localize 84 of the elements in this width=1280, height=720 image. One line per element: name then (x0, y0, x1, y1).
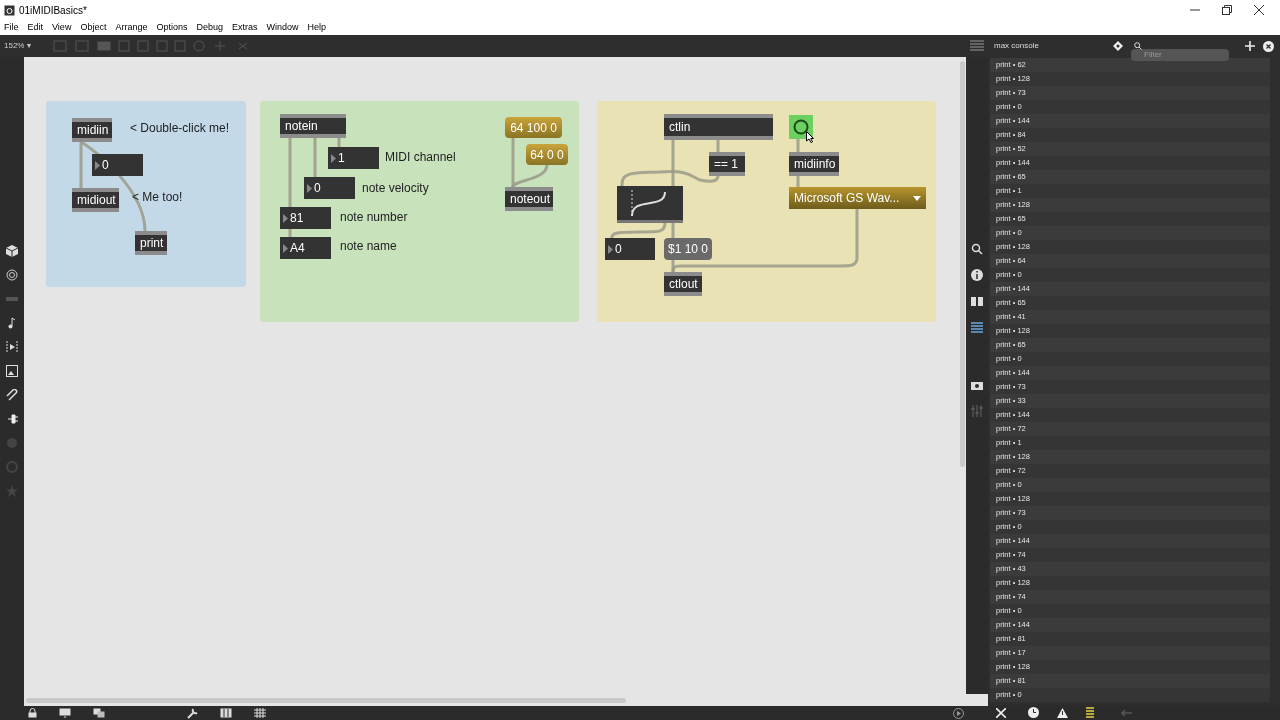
triangle-icon (307, 183, 312, 193)
close-icon[interactable] (1254, 5, 1264, 15)
clear-icon[interactable] (996, 707, 1006, 718)
menu-item[interactable]: Arrange (115, 20, 148, 35)
menu-item[interactable]: Options (156, 20, 188, 35)
object-box[interactable]: noteout (505, 187, 553, 211)
comment-text: note name (340, 238, 398, 255)
image-icon[interactable] (6, 365, 18, 377)
target-icon[interactable] (6, 269, 18, 281)
message-box[interactable]: $1 10 0 (664, 238, 712, 260)
object-box[interactable]: ctlout (664, 272, 702, 296)
play-icon[interactable] (953, 707, 964, 719)
keyboard-icon[interactable] (220, 708, 232, 718)
zoom-menu[interactable]: 152% ▾ (4, 40, 31, 52)
book-icon[interactable] (971, 295, 983, 307)
warning-icon[interactable] (1057, 707, 1068, 718)
film-icon[interactable] (6, 341, 18, 353)
plug-icon[interactable] (6, 413, 18, 425)
comment-text: MIDI channel (385, 149, 457, 166)
number-box[interactable]: 1 (328, 147, 379, 169)
search-icon[interactable] (971, 243, 983, 255)
info-icon[interactable] (971, 269, 983, 281)
number-box[interactable]: 0 (605, 238, 655, 260)
comment-text: < Me too! (132, 189, 184, 206)
app-icon (4, 4, 15, 16)
device-menu[interactable]: Microsoft GS Wav... (789, 187, 926, 209)
triangle-icon (283, 243, 288, 253)
diamond-icon[interactable] (1113, 41, 1123, 51)
object-box[interactable]: midiinfo (789, 152, 839, 176)
triangle-icon (608, 244, 613, 254)
number-box[interactable]: A4 (280, 237, 331, 259)
number-box[interactable]: 0 (304, 177, 355, 199)
object-box[interactable]: print (135, 231, 167, 255)
list-icon[interactable] (971, 321, 983, 333)
filter-field[interactable]: Filter (1131, 49, 1229, 61)
scrollbar[interactable] (26, 697, 626, 703)
comment-text: note number (340, 209, 409, 226)
grid-icon[interactable] (254, 708, 266, 718)
list-icon[interactable] (1086, 707, 1094, 718)
patch-cord[interactable] (610, 222, 667, 239)
bang-button[interactable] (789, 115, 813, 139)
circle-icon (793, 119, 809, 135)
note-icon[interactable] (6, 317, 18, 329)
restore-icon[interactable] (1222, 5, 1232, 15)
object-box[interactable]: notein (280, 114, 346, 138)
sliders-icon[interactable] (971, 405, 983, 417)
clock-icon[interactable] (1028, 707, 1039, 718)
triangle-icon (331, 153, 336, 163)
window-title: 01iMIDIBasics* (19, 3, 87, 18)
caret-icon (913, 195, 921, 201)
menu-item[interactable]: Object (80, 20, 107, 35)
cube-icon[interactable] (6, 245, 18, 257)
comment-text: < Double-click me! (130, 120, 231, 137)
object-box[interactable]: midiout (72, 188, 119, 212)
gate-switch[interactable] (617, 186, 683, 223)
object-box[interactable]: == 1 (709, 152, 745, 176)
triangle-icon (283, 213, 288, 223)
cursor-icon (806, 131, 814, 143)
lock-icon[interactable] (28, 708, 37, 718)
menu-item[interactable]: View (52, 20, 72, 35)
menu-item[interactable]: Help (307, 20, 327, 35)
menu-item[interactable]: Edit (27, 20, 44, 35)
scrollbar[interactable] (959, 61, 965, 467)
paperclip-icon[interactable] (6, 389, 18, 401)
number-box[interactable]: 0 (92, 154, 143, 176)
console-title: max console (994, 40, 1039, 52)
object-box[interactable]: midiin (72, 118, 112, 142)
menu-item[interactable]: Debug (196, 20, 223, 35)
menu-item[interactable]: Window (266, 20, 299, 35)
menu-item[interactable]: File (4, 20, 19, 35)
add-icon[interactable] (1245, 41, 1255, 51)
object-box[interactable]: ctlin (664, 114, 773, 140)
patch-cord[interactable] (620, 170, 720, 187)
camera-icon[interactable] (971, 379, 983, 391)
presentation-icon[interactable] (59, 708, 71, 718)
search-icon (1134, 42, 1142, 50)
menu-item[interactable]: Extras (232, 20, 258, 35)
comment-text: note velocity (362, 180, 430, 197)
close-icon[interactable] (1263, 40, 1274, 52)
wrench-icon[interactable] (187, 707, 198, 719)
star-icon[interactable] (6, 485, 18, 497)
number-box[interactable]: 81 (280, 207, 331, 229)
triangle-icon (95, 160, 100, 170)
windows-icon[interactable] (93, 708, 105, 718)
